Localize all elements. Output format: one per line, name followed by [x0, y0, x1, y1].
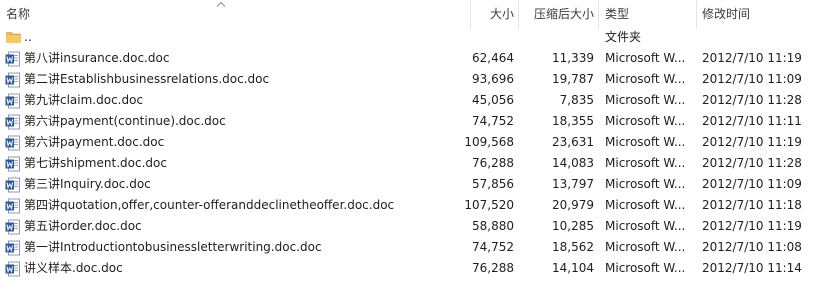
file-size: 109,568 — [464, 135, 514, 149]
file-compressed-size: 23,631 — [552, 135, 594, 149]
word-doc-icon — [5, 198, 20, 214]
file-compressed-size: 18,562 — [552, 240, 594, 254]
word-doc-icon — [5, 72, 20, 88]
file-name: 第五讲order.doc.doc — [24, 219, 142, 233]
word-doc-icon — [5, 219, 20, 235]
file-row[interactable]: 第五讲order.doc.doc 58,880 10,285 Microsoft W.… — [0, 216, 813, 237]
file-type: Microsoft W... — [605, 177, 686, 191]
header-modified-label: 修改时间 — [702, 7, 751, 21]
header-modified[interactable]: 修改时间 — [697, 0, 813, 29]
header-size[interactable]: 大小 — [471, 0, 518, 29]
file-modified-date: 2012/7/10 11:14 — [702, 261, 802, 275]
file-name: 第六讲payment.doc.doc — [24, 135, 165, 149]
word-doc-icon — [5, 51, 20, 67]
file-type: Microsoft W... — [605, 114, 686, 128]
file-name: 第二讲Establishbusinessrelations.doc.doc — [24, 72, 270, 86]
header-compressed-label: 压缩后大小 — [533, 7, 594, 21]
file-size: 62,464 — [472, 51, 514, 65]
file-size: 57,856 — [472, 177, 514, 191]
file-compressed-size: 10,285 — [552, 219, 594, 233]
file-type: Microsoft W... — [605, 93, 686, 107]
file-modified-date: 2012/7/10 11:18 — [702, 198, 802, 212]
file-size: 58,880 — [472, 219, 514, 233]
file-name: 第一讲Introductiontobusinessletterwriting.d… — [24, 240, 322, 254]
file-size: 93,696 — [472, 72, 514, 86]
file-compressed-size: 7,835 — [559, 93, 594, 107]
file-modified-date: 2012/7/10 11:19 — [702, 219, 802, 233]
file-size: 76,288 — [472, 156, 514, 170]
file-size: 76,288 — [472, 261, 514, 275]
word-doc-icon — [5, 156, 20, 172]
file-modified-date: 2012/7/10 11:09 — [702, 72, 802, 86]
file-list: .. 文件夹 第八讲insurance.doc.doc 62,464 11,339 M… — [0, 27, 813, 279]
word-doc-icon — [5, 114, 20, 130]
header-name[interactable]: 名称 — [0, 0, 470, 29]
file-modified-date: 2012/7/10 11:19 — [702, 135, 802, 149]
folder-icon — [6, 32, 21, 43]
header-type-label: 类型 — [605, 7, 630, 21]
file-name: 第四讲quotation,offer,counter-offeranddecli… — [24, 198, 395, 212]
file-modified-date: 2012/7/10 11:09 — [702, 177, 802, 191]
file-size: 74,752 — [472, 114, 514, 128]
file-name: 第九讲claim.doc.doc — [24, 93, 144, 107]
file-compressed-size: 20,979 — [552, 198, 594, 212]
file-modified-date: 2012/7/10 11:08 — [702, 240, 802, 254]
parent-folder-row[interactable]: .. 文件夹 — [0, 27, 813, 48]
file-name: 第七讲shipment.doc.doc — [24, 156, 167, 170]
word-doc-icon — [5, 93, 20, 109]
file-compressed-size: 19,787 — [552, 72, 594, 86]
file-type: 文件夹 — [605, 30, 642, 44]
file-row[interactable]: 第六讲payment(continue).doc.doc 74,752 18,355… — [0, 111, 813, 132]
file-compressed-size: 14,083 — [552, 156, 594, 170]
header-compressed-size[interactable]: 压缩后大小 — [519, 0, 598, 29]
file-modified-date: 2012/7/10 11:11 — [702, 114, 802, 128]
file-type: Microsoft W... — [605, 261, 686, 275]
file-compressed-size: 18,355 — [552, 114, 594, 128]
file-row[interactable]: 讲义样本.doc.doc 76,288 14,104 Microsoft W... 20… — [0, 258, 813, 279]
file-name: 讲义样本.doc.doc — [24, 261, 123, 275]
file-modified-date: 2012/7/10 11:28 — [702, 156, 802, 170]
file-row[interactable]: 第三讲Inquiry.doc.doc 57,856 13,797 Microsoft … — [0, 174, 813, 195]
file-name: 第六讲payment(continue).doc.doc — [24, 114, 226, 128]
file-size: 107,520 — [464, 198, 514, 212]
file-compressed-size: 13,797 — [552, 177, 594, 191]
word-doc-icon — [5, 240, 20, 256]
file-type: Microsoft W... — [605, 135, 686, 149]
file-size: 45,056 — [472, 93, 514, 107]
file-type: Microsoft W... — [605, 198, 686, 212]
file-type: Microsoft W... — [605, 51, 686, 65]
sort-ascending-icon — [216, 1, 226, 7]
file-row[interactable]: 第九讲claim.doc.doc 45,056 7,835 Microsoft W..… — [0, 90, 813, 111]
file-name: 第三讲Inquiry.doc.doc — [24, 177, 151, 191]
file-row[interactable]: 第八讲insurance.doc.doc 62,464 11,339 Microsof… — [0, 48, 813, 69]
file-type: Microsoft W... — [605, 72, 686, 86]
column-header: 名称 大小 压缩后大小 类型 修改时间 — [0, 0, 813, 29]
header-size-label: 大小 — [489, 7, 514, 21]
word-doc-icon — [5, 135, 20, 151]
file-row[interactable]: 第二讲Establishbusinessrelations.doc.doc 93,… — [0, 69, 813, 90]
file-type: Microsoft W... — [605, 156, 686, 170]
file-size: 74,752 — [472, 240, 514, 254]
word-doc-icon — [5, 177, 20, 193]
file-name: 第八讲insurance.doc.doc — [24, 51, 170, 65]
file-name: .. — [24, 30, 32, 44]
header-name-label: 名称 — [6, 7, 31, 21]
file-type: Microsoft W... — [605, 219, 686, 233]
header-type[interactable]: 类型 — [599, 0, 696, 29]
file-modified-date: 2012/7/10 11:19 — [702, 51, 802, 65]
file-row[interactable]: 第七讲shipment.doc.doc 76,288 14,083 Microsoft… — [0, 153, 813, 174]
file-compressed-size: 14,104 — [552, 261, 594, 275]
file-row[interactable]: 第一讲Introductiontobusinessletterwriting.d… — [0, 237, 813, 258]
file-row[interactable]: 第六讲payment.doc.doc 109,568 23,631 Microsoft… — [0, 132, 813, 153]
word-doc-icon — [5, 261, 20, 277]
file-row[interactable]: 第四讲quotation,offer,counter-offeranddecli… — [0, 195, 813, 216]
file-type: Microsoft W... — [605, 240, 686, 254]
file-modified-date: 2012/7/10 11:28 — [702, 93, 802, 107]
file-compressed-size: 11,339 — [552, 51, 594, 65]
